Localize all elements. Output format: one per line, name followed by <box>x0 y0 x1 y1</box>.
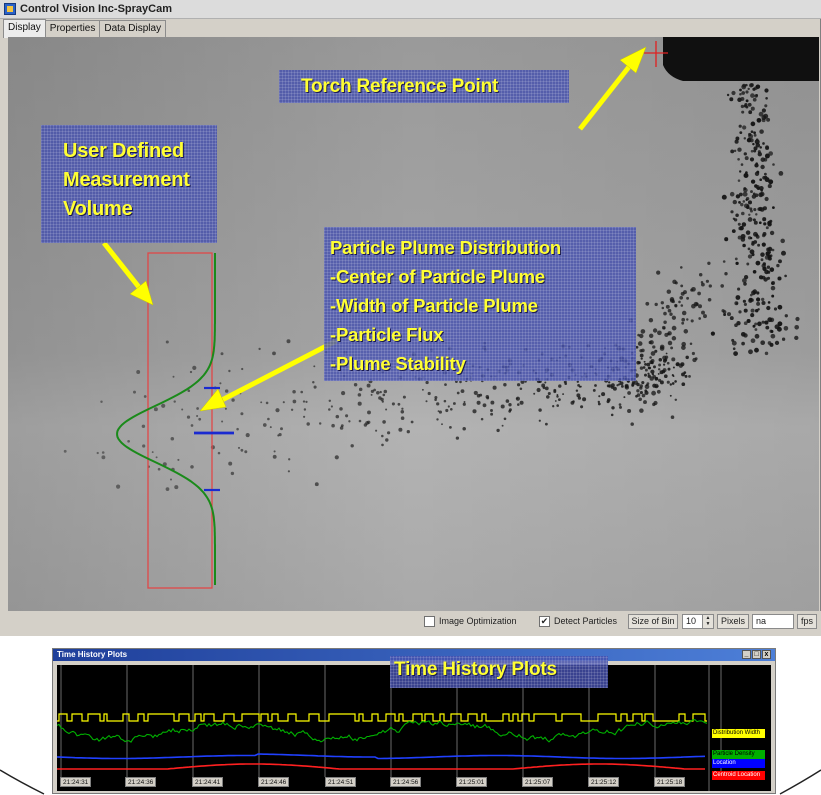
measurement-volume-callout: User Defined Measurement Volume <box>41 125 217 243</box>
app-icon <box>4 3 16 15</box>
plume-line-5: -Plume Stability <box>330 353 466 374</box>
plume-line-4: -Particle Flux <box>330 324 444 345</box>
measurement-volume-line-3: Volume <box>63 198 133 220</box>
pixels-button[interactable]: Pixels <box>717 614 749 629</box>
plume-line-3: -Width of Particle Plume <box>330 295 538 316</box>
location-trace <box>57 753 706 760</box>
time-label: 21:25:18 <box>654 777 686 787</box>
tab-data-display[interactable]: Data Display <box>99 20 167 38</box>
time-label: 21:24:36 <box>125 777 157 787</box>
window-controls: _ □ x <box>742 650 771 659</box>
legend-centroid-location: Centroid Location <box>712 771 765 780</box>
image-optimization-label: Image Optimization <box>439 616 517 626</box>
control-strip: Image Optimization ✔ Detect Particles Si… <box>0 611 821 636</box>
spraycam-window: Control Vision Inc-SprayCam Display Prop… <box>0 0 821 636</box>
centroid-location-trace <box>57 763 705 770</box>
plume-distribution-callout: Particle Plume Distribution -Center of P… <box>324 227 636 381</box>
fps-unit-label: fps <box>797 614 817 629</box>
close-icon[interactable]: x <box>762 650 771 659</box>
torch-nozzle <box>663 37 819 81</box>
fps-field[interactable]: na <box>752 614 794 629</box>
tab-properties[interactable]: Properties <box>44 20 101 38</box>
detect-particles-checkbox[interactable]: ✔ <box>539 616 550 627</box>
bin-size-field[interactable]: 10 <box>682 614 704 629</box>
time-label: 21:25:12 <box>588 777 620 787</box>
time-history-callout-label: Time History Plots <box>394 659 557 680</box>
distribution-width-trace <box>57 713 707 722</box>
minimize-icon[interactable]: _ <box>742 650 751 659</box>
torch-reference-label: Torch Reference Point <box>301 76 499 97</box>
measurement-volume-line-1: User Defined <box>63 140 184 162</box>
torch-reference-callout: Torch Reference Point <box>279 70 569 103</box>
maximize-icon[interactable]: □ <box>752 650 761 659</box>
legend-location: Location <box>712 759 765 768</box>
window-title: Control Vision Inc-SprayCam <box>20 3 172 15</box>
title-bar[interactable]: Control Vision Inc-SprayCam <box>0 0 821 19</box>
time-label: 21:24:31 <box>60 777 92 787</box>
time-label: 21:24:51 <box>325 777 357 787</box>
time-label: 21:24:46 <box>258 777 290 787</box>
time-label: 21:25:01 <box>456 777 488 787</box>
time-history-window: Time History Plots _ □ x Distribution Wi… <box>52 648 776 794</box>
time-history-callout: Time History Plots <box>390 656 608 688</box>
camera-view[interactable]: Torch Reference Point User Defined Measu… <box>8 37 819 611</box>
legend-distribution-width: Distribution Width <box>712 729 765 738</box>
plume-line-1: Particle Plume Distribution <box>330 237 562 258</box>
detect-particles-label: Detect Particles <box>554 616 618 626</box>
measurement-volume-line-2: Measurement <box>63 169 190 191</box>
bin-size-stepper[interactable]: ▲ ▼ <box>702 614 714 629</box>
plume-line-2: -Center of Particle Plume <box>330 266 546 287</box>
tab-display[interactable]: Display <box>3 19 46 38</box>
particle-density-trace <box>57 719 708 743</box>
legend-particle-density: Particle Density <box>712 750 765 759</box>
tab-strip: Display Properties Data Display <box>3 19 167 38</box>
size-of-bin-button[interactable]: Size of Bin <box>628 614 678 629</box>
image-optimization-checkbox[interactable] <box>424 616 435 627</box>
time-history-window-title: Time History Plots <box>57 650 128 659</box>
time-label: 21:25:07 <box>522 777 554 787</box>
time-label: 21:24:41 <box>192 777 224 787</box>
time-label: 21:24:56 <box>390 777 422 787</box>
